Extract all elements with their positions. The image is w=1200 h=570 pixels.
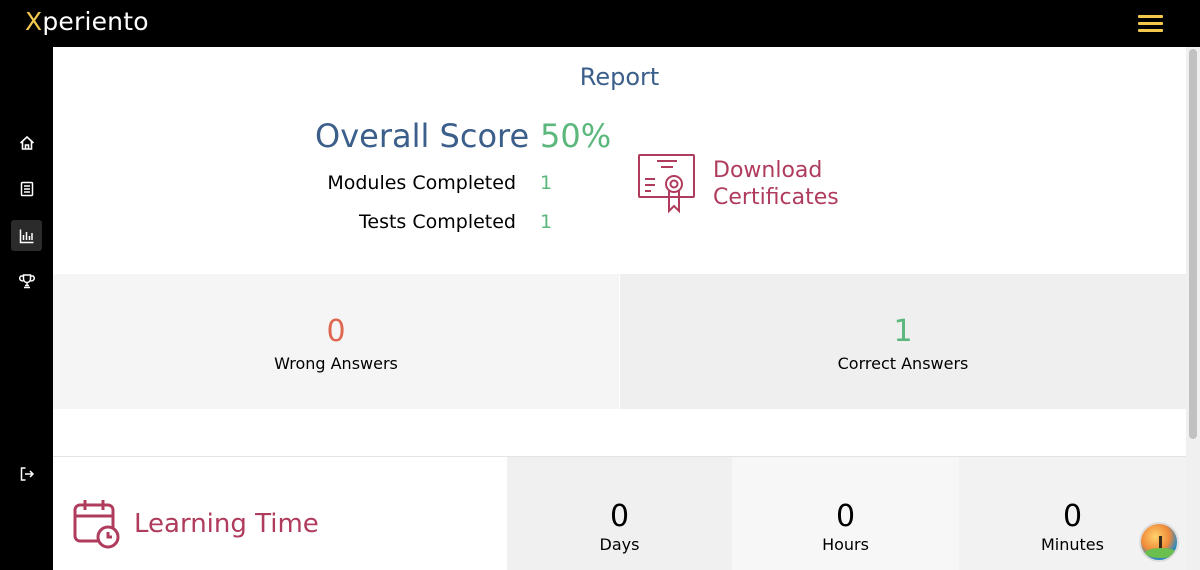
- brand-name: periento: [42, 7, 149, 36]
- correct-answers-label: Correct Answers: [837, 354, 969, 373]
- sidebar-item-achievements[interactable]: [11, 265, 42, 296]
- wrong-answers-card: 0 Wrong Answers: [53, 274, 619, 409]
- brand-logo[interactable]: Xperiento: [25, 7, 149, 36]
- hamburger-menu-icon[interactable]: [1138, 15, 1163, 32]
- overall-score-label: Overall Score: [315, 117, 530, 155]
- top-bar: Xperiento: [0, 0, 1200, 47]
- learning-time-title: Learning Time: [134, 509, 319, 539]
- sidebar: [0, 47, 53, 570]
- days-value: 0: [609, 499, 630, 534]
- learning-time-header: Learning Time: [53, 457, 507, 570]
- trophy-icon: [18, 273, 35, 288]
- floating-assistant-button[interactable]: [1139, 522, 1179, 562]
- learning-time-section: Learning Time 0 Days 0 Hours 0 Minutes: [53, 457, 1186, 570]
- tests-completed-label: Tests Completed: [359, 211, 516, 233]
- certificate-icon: [638, 154, 695, 214]
- tests-completed-value: 1: [540, 211, 553, 233]
- modules-completed-value: 1: [540, 172, 553, 194]
- calendar-clock-icon: [73, 500, 120, 549]
- logout-icon: [20, 466, 34, 481]
- days-label: Days: [599, 535, 640, 554]
- wrong-answers-value: 0: [326, 314, 346, 349]
- page-title: Report: [579, 63, 660, 91]
- sidebar-item-logout[interactable]: [11, 458, 42, 489]
- answers-section: 0 Wrong Answers 1 Correct Answers: [53, 274, 1186, 409]
- correct-answers-value: 1: [893, 314, 913, 349]
- hours-value: 0: [835, 499, 856, 534]
- island-icon: [1145, 548, 1177, 558]
- overall-score-value: 50%: [540, 117, 612, 155]
- home-icon: [19, 135, 34, 150]
- sidebar-item-modules[interactable]: [11, 173, 42, 204]
- days-card: 0 Days: [507, 457, 732, 570]
- sidebar-item-home[interactable]: [11, 127, 42, 158]
- modules-completed-label: Modules Completed: [327, 172, 516, 194]
- bar-chart-icon: [19, 229, 33, 243]
- sidebar-item-report[interactable]: [11, 220, 42, 251]
- correct-answers-card: 1 Correct Answers: [620, 274, 1186, 409]
- brand-initial: X: [25, 7, 43, 36]
- main-content: Report Overall Score 50% Modules Complet…: [53, 47, 1186, 570]
- vertical-scrollbar[interactable]: [1186, 47, 1200, 570]
- wrong-answers-label: Wrong Answers: [274, 354, 398, 373]
- scrollbar-thumb[interactable]: [1189, 49, 1197, 439]
- book-icon: [20, 181, 33, 196]
- download-certificates-label: Download Certificates: [713, 158, 839, 210]
- download-certificates-button[interactable]: Download Certificates: [637, 153, 857, 223]
- hours-label: Hours: [822, 535, 869, 554]
- hours-card: 0 Hours: [732, 457, 959, 570]
